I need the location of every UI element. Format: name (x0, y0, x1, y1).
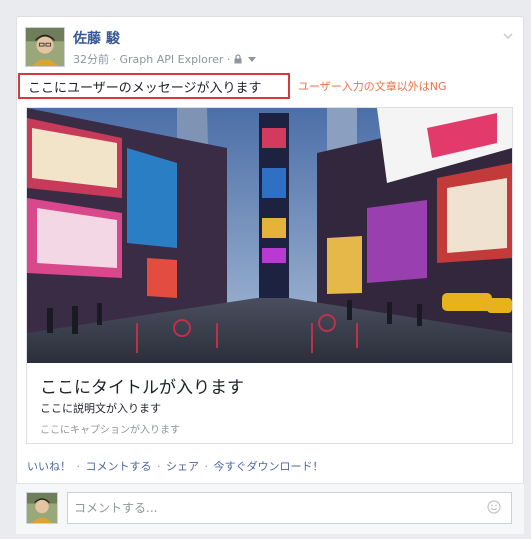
commenter-avatar-image (27, 493, 57, 523)
action-separator: · (76, 460, 81, 473)
link-preview-card[interactable]: ここにタイトルが入ります ここに説明文が入ります ここにキャプションが入ります (26, 107, 513, 444)
annotation-note: ユーザー入力の文章以外はNG (298, 80, 447, 93)
comment-link[interactable]: コメントする (86, 460, 152, 473)
action-separator: · (204, 460, 209, 473)
author-avatar[interactable] (25, 27, 65, 67)
times-square-photo (27, 108, 512, 363)
commenter-avatar (26, 492, 58, 524)
action-separator: · (157, 460, 161, 473)
action-bar: いいね！ · コメントする · シェア · 今すぐダウンロード！ (27, 458, 324, 474)
avatar-image (26, 28, 64, 66)
link-description: ここに説明文が入ります (40, 402, 161, 415)
author-name[interactable]: 佐藤 駿 (73, 28, 120, 48)
link-preview-image[interactable] (27, 108, 512, 363)
download-link[interactable]: 今すぐダウンロード！ (214, 460, 324, 473)
lock-icon[interactable] (233, 54, 243, 64)
comment-input[interactable] (67, 492, 512, 524)
post-meta-text: 32分前 · Graph API Explorer · (73, 53, 231, 66)
caret-down-icon[interactable] (248, 56, 257, 62)
user-message: ここにユーザーのメッセージが入ります (18, 73, 290, 99)
post-meta: 32分前 · Graph API Explorer · (73, 51, 257, 67)
share-link[interactable]: シェア (166, 460, 199, 473)
link-caption: ここにキャプションが入ります (40, 425, 180, 436)
smiley-icon[interactable] (487, 500, 501, 514)
like-link[interactable]: いいね！ (27, 460, 71, 473)
chevron-down-icon[interactable] (503, 31, 513, 41)
link-title[interactable]: ここにタイトルが入ります (40, 373, 244, 398)
